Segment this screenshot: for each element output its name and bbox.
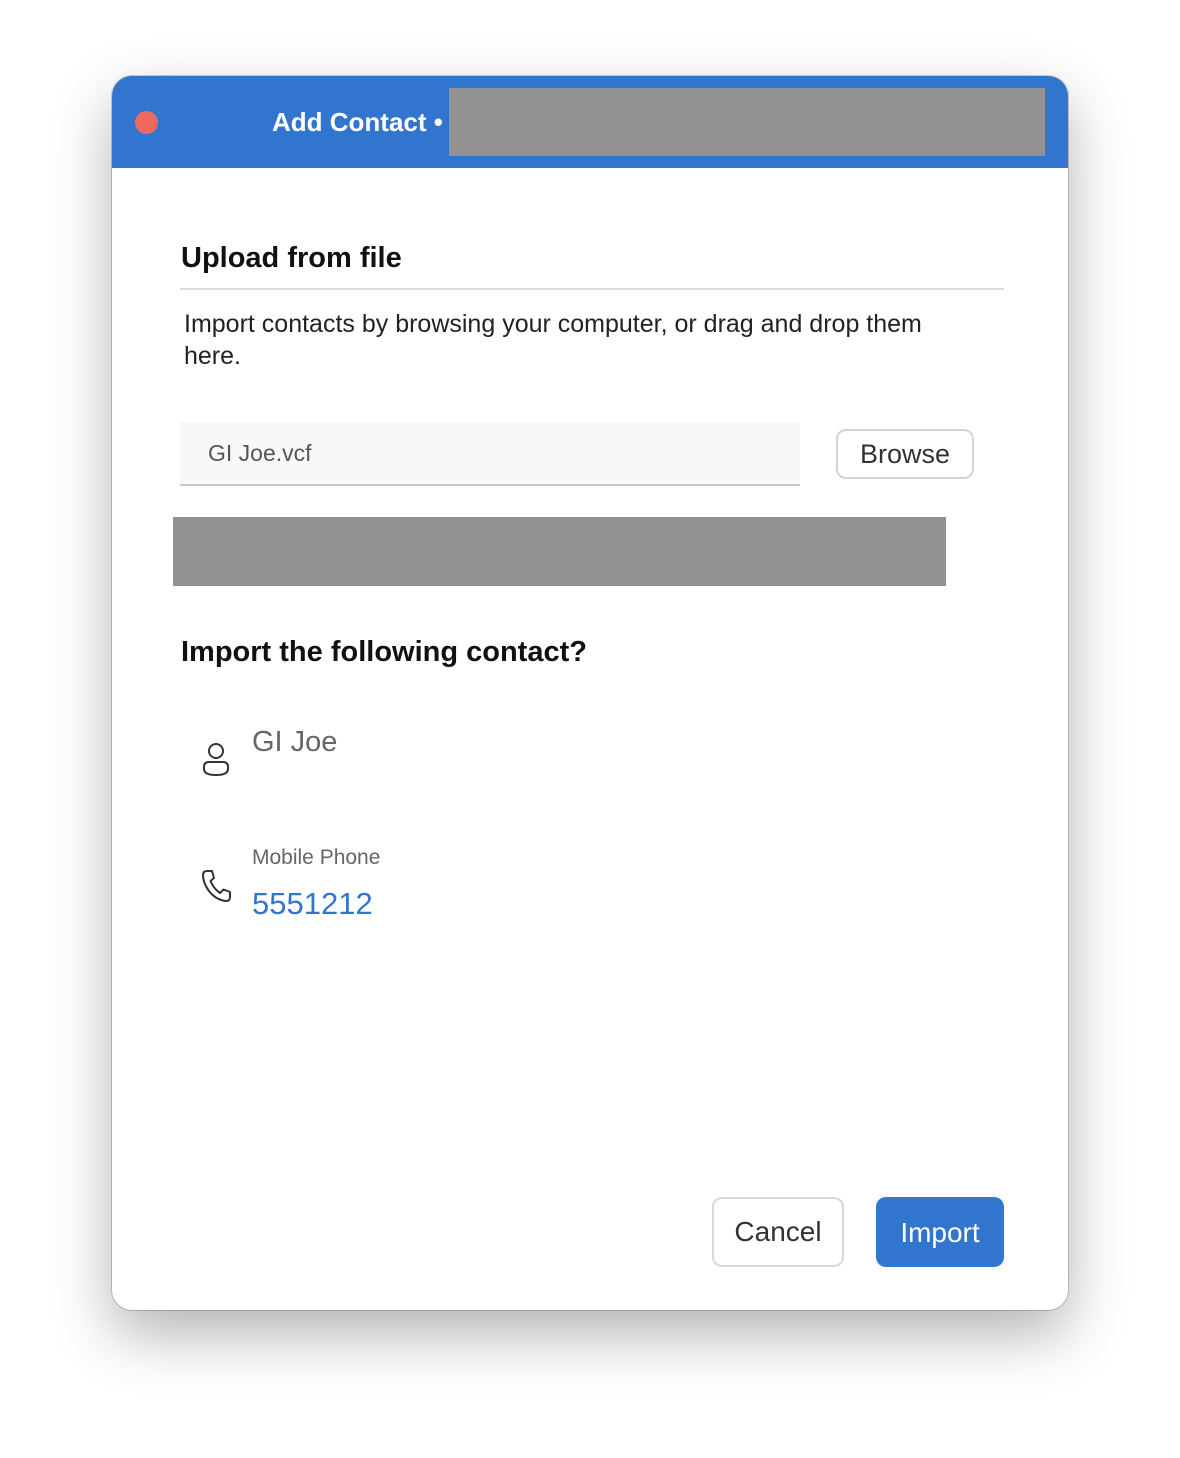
title-bar[interactable]: Add Contact • <box>112 76 1068 168</box>
phone-icon <box>202 870 231 902</box>
screen: Add Contact • Upload from file Import co… <box>0 0 1180 1458</box>
phone-number-link[interactable]: 5551212 <box>252 884 373 924</box>
redacted-region <box>173 517 946 586</box>
contact-name: GI Joe <box>252 726 338 758</box>
window-title: Add Contact • <box>272 107 443 137</box>
browse-button[interactable]: Browse <box>836 429 974 479</box>
preview-heading: Import the following contact? <box>181 636 587 668</box>
close-button[interactable] <box>135 111 158 134</box>
upload-description: Import contacts by browsing your compute… <box>184 310 922 370</box>
phone-label: Mobile Phone <box>252 846 381 869</box>
redacted-title-region <box>449 88 1045 156</box>
file-name-field[interactable] <box>180 422 800 486</box>
import-button[interactable]: Import <box>876 1197 1004 1267</box>
upload-heading: Upload from file <box>181 242 402 274</box>
section-divider <box>180 288 1004 290</box>
person-icon <box>203 743 229 776</box>
add-contact-dialog: Add Contact • Upload from file Import co… <box>112 76 1068 1310</box>
cancel-button[interactable]: Cancel <box>712 1197 844 1267</box>
